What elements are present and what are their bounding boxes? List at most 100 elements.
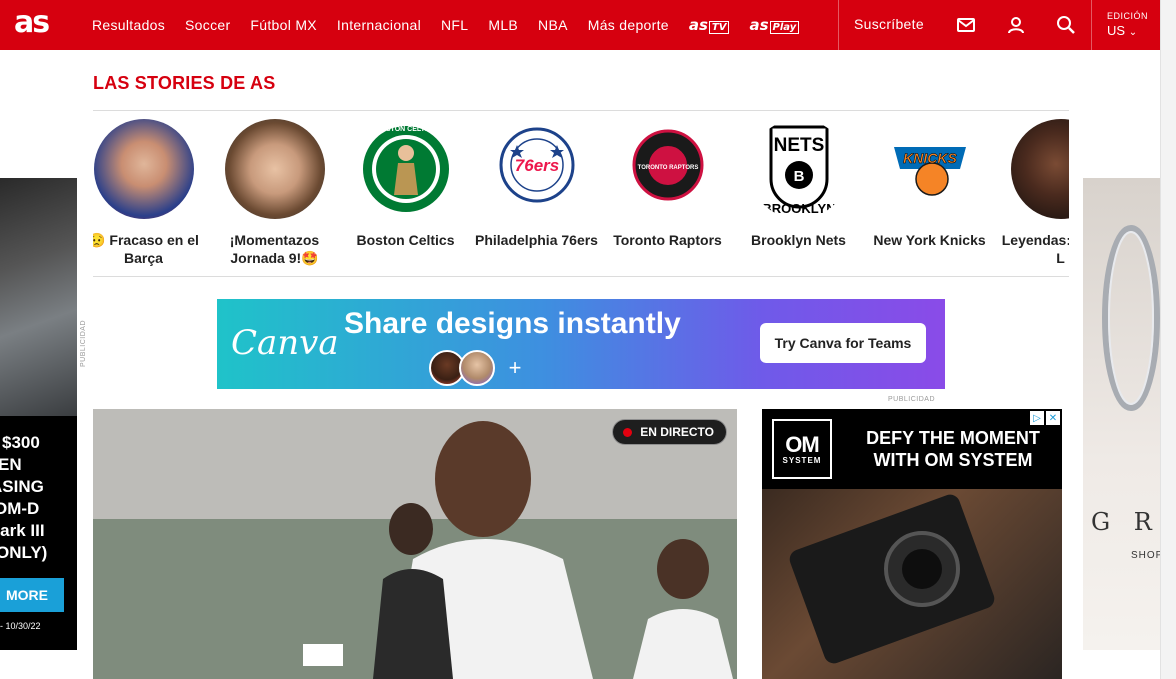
story-label: Boston Celtics xyxy=(356,232,455,248)
left-ad-date: - 10/30/22 xyxy=(0,621,41,631)
left-ad-line: $300 xyxy=(2,433,40,452)
edition-label: EDICIÓN xyxy=(1107,11,1149,21)
story-item[interactable]: ¡Momentazos Jornada 9!🤩 xyxy=(212,119,337,267)
nav-link-soccer[interactable]: Soccer xyxy=(185,17,230,33)
story-label: Leyendas: mate a L xyxy=(1001,232,1069,266)
publicidad-label: PUBLICIDAD xyxy=(80,320,87,368)
chevron-down-icon: ⌄ xyxy=(1128,27,1138,38)
celtics-logo: BOSTON CELTICS xyxy=(355,119,456,219)
canva-logo: Canva xyxy=(231,323,339,363)
camera-photo xyxy=(762,489,1062,679)
story-item[interactable]: KNICKS New York Knicks xyxy=(867,119,992,249)
nav-links: Resultados Soccer Fútbol MX Internaciona… xyxy=(92,0,819,50)
live-badge: EN DIRECTO xyxy=(612,419,727,445)
raptors-logo-text: TORONTO RAPTORS xyxy=(637,165,698,171)
top-navigation-bar: as Resultados Soccer Fútbol MX Internaci… xyxy=(0,0,1160,50)
ad-choices[interactable]: ▷ ✕ xyxy=(1028,411,1060,425)
om-logo-small: SYSTEM xyxy=(782,455,822,465)
nav-divider xyxy=(838,0,839,50)
publicidad-label: PUBLICIDAD xyxy=(888,396,936,403)
sixers-logo-text: 76ers xyxy=(514,156,558,175)
left-ad-button-label: MORE xyxy=(6,587,48,603)
left-ad-line: Mark III xyxy=(0,521,45,540)
nav-link-nba[interactable]: NBA xyxy=(538,17,568,33)
as-play-link[interactable]: as Play xyxy=(749,16,800,34)
as-logo[interactable]: as xyxy=(14,6,50,40)
story-item[interactable]: NETS B BROOKLYN Brooklyn Nets xyxy=(736,119,861,249)
nav-link-futbol-mx[interactable]: Fútbol MX xyxy=(250,17,317,33)
as-play-tag: Play xyxy=(769,21,800,34)
stories-title: LAS STORIES DE AS xyxy=(93,73,276,93)
live-dot-icon xyxy=(623,427,633,437)
story-label: 😥 Fracaso en el Barça xyxy=(93,232,199,266)
nav-link-internacional[interactable]: Internacional xyxy=(337,17,421,33)
edition-selector[interactable]: EDICIÓN US ⌄ xyxy=(1107,11,1148,38)
nav-link-resultados[interactable]: Resultados xyxy=(92,17,165,33)
nets-logo-subtext: BROOKLYN xyxy=(762,201,835,216)
story-label: ¡Momentazos Jornada 9!🤩 xyxy=(229,232,320,266)
edition-value: US ⌄ xyxy=(1107,23,1148,38)
right-ad-brand: G R A xyxy=(1091,508,1160,536)
nav-link-mas-deporte[interactable]: Más deporte xyxy=(588,17,669,33)
left-ad-line: ONLY) xyxy=(0,543,48,562)
story-thumbnail xyxy=(93,119,194,219)
user-icon[interactable] xyxy=(1004,13,1028,37)
sixers-logo: 76ers xyxy=(486,119,587,219)
svg-text:B: B xyxy=(793,168,804,185)
page-scrollbar[interactable] xyxy=(1160,0,1176,679)
story-item[interactable]: BOSTON CELTICS Boston Celtics xyxy=(343,119,468,249)
knicks-logo-text: KNICKS xyxy=(903,150,957,166)
canva-banner-ad[interactable]: Canva Share designs instantly + Try Canv… xyxy=(217,299,945,389)
hero-article-image[interactable]: EN DIRECTO xyxy=(93,409,737,679)
ring-image xyxy=(1102,225,1160,411)
story-thumbnail xyxy=(224,119,325,219)
stories-carousel: 😥 Fracaso en el Barça ¡Momentazos Jornad… xyxy=(93,119,1069,274)
camera-photo xyxy=(0,178,77,416)
right-side-ad[interactable]: G R A SHOP xyxy=(1083,178,1160,650)
divider xyxy=(93,276,1069,277)
story-label: Brooklyn Nets xyxy=(751,232,846,248)
ad-info-icon[interactable]: ▷ xyxy=(1030,411,1044,425)
story-item[interactable]: Leyendas: mate a L xyxy=(998,119,1069,267)
om-logo-big: OM xyxy=(785,431,819,457)
story-thumbnail xyxy=(1010,119,1069,219)
story-item[interactable]: 76ers Philadelphia 76ers xyxy=(474,119,599,249)
left-ad-line: EN xyxy=(0,455,22,474)
om-headline: DEFY THE MOMENT WITH OM SYSTEM xyxy=(866,428,1040,470)
om-system-logo: OM SYSTEM xyxy=(772,419,832,479)
as-tv-tag: TV xyxy=(708,21,730,34)
mail-icon[interactable] xyxy=(954,13,978,37)
as-tv-link[interactable]: as TV xyxy=(689,16,730,34)
story-item[interactable]: 😥 Fracaso en el Barça xyxy=(93,119,206,267)
search-icon[interactable] xyxy=(1054,13,1078,37)
live-badge-label: EN DIRECTO xyxy=(640,425,714,439)
raptors-logo: TORONTO RAPTORS xyxy=(617,119,718,219)
subscribe-link[interactable]: Suscríbete xyxy=(854,16,924,32)
story-item[interactable]: TORONTO RAPTORS Toronto Raptors xyxy=(605,119,730,249)
as-play-logo: as xyxy=(749,16,769,34)
try-canva-button[interactable]: Try Canva for Teams xyxy=(760,323,926,363)
player-photo xyxy=(93,409,737,679)
left-ad-button[interactable]: MORE xyxy=(0,578,64,612)
canva-headline: Share designs instantly xyxy=(344,307,681,340)
nav-divider xyxy=(1091,0,1092,50)
close-icon[interactable]: ✕ xyxy=(1046,411,1060,425)
celtics-logo-text: BOSTON CELTICS xyxy=(375,126,437,133)
as-tv-logo: as xyxy=(688,16,708,34)
story-label: Toronto Raptors xyxy=(613,232,722,248)
om-system-ad[interactable]: OM SYSTEM DEFY THE MOMENT WITH OM SYSTEM… xyxy=(762,409,1062,679)
left-ad-line: OM-D xyxy=(0,499,40,518)
canva-avatars: + xyxy=(429,350,533,386)
avatar xyxy=(459,350,495,386)
nets-logo: NETS B BROOKLYN xyxy=(748,119,849,219)
nets-logo-text: NETS xyxy=(773,135,824,156)
plus-icon: + xyxy=(508,355,522,380)
story-label: New York Knicks xyxy=(873,232,986,248)
right-ad-shop: SHOP xyxy=(1131,550,1160,561)
left-ad-line: ASING xyxy=(0,477,44,496)
nav-link-mlb[interactable]: MLB xyxy=(488,17,518,33)
edition-value-text: US xyxy=(1107,23,1126,38)
left-side-ad[interactable]: $300 EN ASING OM-D Mark III ONLY) MORE -… xyxy=(0,178,77,650)
nav-link-nfl[interactable]: NFL xyxy=(441,17,468,33)
story-label: Philadelphia 76ers xyxy=(475,232,598,248)
